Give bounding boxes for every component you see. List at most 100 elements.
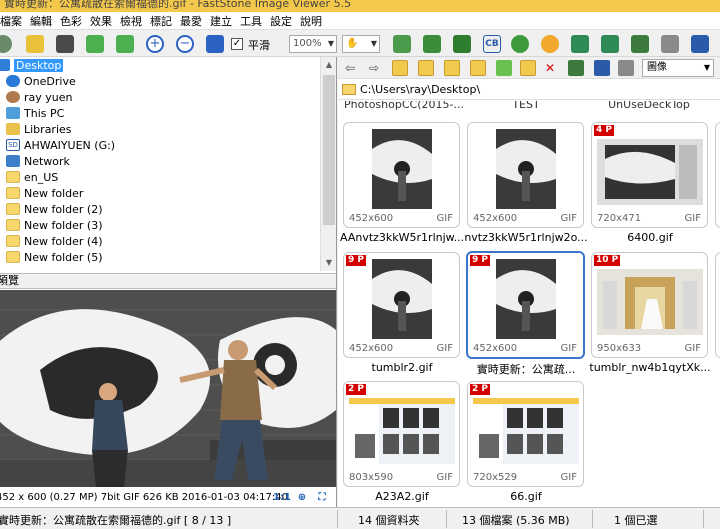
tree-item-ray-yuen[interactable]: ray yuen: [6, 89, 73, 105]
thumbnail-image: [597, 139, 703, 205]
zoom-in-icon[interactable]: +: [146, 35, 164, 53]
delete-icon[interactable]: ✕: [542, 60, 558, 76]
tree-item-new-folder-5[interactable]: New folder (5): [6, 249, 103, 265]
thumbnails-view-icon[interactable]: [568, 60, 584, 76]
thumbnail-card-partial[interactable]: [715, 122, 720, 228]
undo-icon[interactable]: [571, 35, 589, 53]
menu-create[interactable]: 建立: [206, 13, 236, 29]
address-bar[interactable]: C:\Users\ray\Desktop\: [338, 80, 720, 100]
tree-item-network[interactable]: Network: [6, 153, 70, 169]
thumbnail-card[interactable]: 452x600 GIF: [467, 122, 584, 228]
menu-color[interactable]: 色彩: [56, 13, 86, 29]
menu-settings[interactable]: 設定: [266, 13, 296, 29]
thumbnail-card[interactable]: 452x600 GIF: [343, 122, 460, 228]
thumbnail-name[interactable]: tumblr2.gif: [340, 361, 464, 374]
browse-icon[interactable]: [26, 35, 44, 53]
tree-item-ahwaiyuen[interactable]: SD AHWAIYUEN (G:): [6, 137, 115, 153]
tree-item-new-folder[interactable]: New folder: [6, 185, 83, 201]
effects-icon[interactable]: [541, 35, 559, 53]
tree-item-new-folder-2[interactable]: New folder (2): [6, 201, 103, 217]
hand-tool-select[interactable]: ✋ ▼: [342, 35, 380, 53]
next-icon[interactable]: [116, 35, 134, 53]
forward-arrow-icon[interactable]: ⇨: [366, 60, 382, 76]
fit-icon[interactable]: ⊕: [296, 492, 308, 504]
zoom-select[interactable]: 100% ▼: [289, 35, 337, 53]
thumbnail-name[interactable]: AAnvtz3kkW5r1rlnjw...: [340, 231, 464, 244]
menu-effects[interactable]: 效果: [86, 13, 116, 29]
thumbnail-card[interactable]: 9 P 452x600 GIF: [343, 252, 460, 358]
back-arrow-icon[interactable]: ⇦: [342, 60, 358, 76]
thumbnail-size: 803x590: [349, 472, 394, 483]
ratio-button[interactable]: 1:1: [273, 489, 291, 507]
print-icon[interactable]: [661, 35, 679, 53]
menu-help[interactable]: 說明: [296, 13, 326, 29]
open-folder-icon[interactable]: [0, 35, 12, 53]
redo-icon[interactable]: [601, 35, 619, 53]
sort-icon[interactable]: [618, 60, 634, 76]
thumbnail-card[interactable]: 2 P 720x529 GIF: [467, 381, 584, 487]
folder-icon[interactable]: [418, 60, 434, 76]
zoom-out-icon[interactable]: −: [176, 35, 194, 53]
tree-item-onedrive[interactable]: OneDrive: [6, 73, 76, 89]
refresh-icon[interactable]: [496, 60, 512, 76]
rotate-icon[interactable]: [423, 35, 441, 53]
thumbnail-card-selected[interactable]: 9 P 452x600 GIF: [466, 251, 585, 359]
tree-scrollbar[interactable]: ▲ ▼: [320, 57, 336, 271]
preview-info-text: 452 x 600 (0.27 MP) 7bit GIF 626 KB 2016…: [0, 492, 288, 503]
scroll-down-icon[interactable]: ▼: [321, 255, 337, 271]
thumbnail-name[interactable]: 66.gif: [464, 490, 588, 503]
email-icon[interactable]: [691, 35, 709, 53]
page-count-badge: 9 P: [470, 255, 490, 266]
tree-item-new-folder-4[interactable]: New folder (4): [6, 233, 103, 249]
thumbnail-name[interactable]: TEST: [464, 101, 588, 111]
details-view-icon[interactable]: [594, 60, 610, 76]
menu-file[interactable]: 檔案: [0, 13, 26, 29]
thumbnail-card[interactable]: 2 P 803x590 GIF: [343, 381, 460, 487]
up-folder-icon[interactable]: [392, 60, 408, 76]
smooth-checkbox[interactable]: ✓: [231, 38, 243, 50]
view-mode-select[interactable]: 圖像 ▼: [642, 59, 714, 77]
tree-item-desktop[interactable]: Desktop: [0, 57, 64, 73]
tree-item-en-us[interactable]: en_US: [6, 169, 58, 185]
thumbnail-image: [372, 129, 432, 209]
cb-icon[interactable]: CB: [483, 35, 501, 53]
page-count-badge: 10 P: [594, 255, 621, 266]
fullscreen-icon[interactable]: ⛶: [316, 492, 328, 504]
scroll-thumb[interactable]: [323, 75, 335, 225]
thumbnail-card[interactable]: 10 P 950x633 GIF: [591, 252, 708, 358]
tree-item-new-folder-3[interactable]: New folder (3): [6, 217, 103, 233]
fit-window-icon[interactable]: [206, 35, 224, 53]
menu-view[interactable]: 檢視: [116, 13, 146, 29]
folder-icon: [6, 171, 20, 183]
menu-favorites[interactable]: 最愛: [176, 13, 206, 29]
save-icon[interactable]: [56, 35, 74, 53]
browser-pane: ⇦ ⇨ ✕ 圖像 ▼ C:\Users\ray\Desktop\ Photosho…: [338, 57, 720, 507]
tree-item-libraries[interactable]: Libraries: [6, 121, 72, 137]
menu-tags[interactable]: 標記: [146, 13, 176, 29]
person-icon[interactable]: [511, 35, 529, 53]
compare-icon[interactable]: [631, 35, 649, 53]
thumbnail-name[interactable]: tumblr_nw4b1qytXk...: [588, 361, 712, 374]
copy-to-icon[interactable]: [470, 60, 486, 76]
collapse-chevron-icon[interactable]: ⌄: [0, 274, 330, 288]
menu-edit[interactable]: 編輯: [26, 13, 56, 29]
menu-tools[interactable]: 工具: [236, 13, 266, 29]
desktop-icon: [0, 59, 10, 71]
tree-item-this-pc[interactable]: This PC: [6, 105, 64, 121]
thumbnail-name[interactable]: 實時更新：公寓疏...: [464, 361, 588, 377]
slideshow-icon[interactable]: [393, 35, 411, 53]
thumbnail-name[interactable]: 6400.gif: [588, 231, 712, 244]
thumbnail-card-partial[interactable]: [715, 252, 720, 358]
crop-icon[interactable]: [453, 35, 471, 53]
thumbnail-name[interactable]: nvtz3kkW5r1rlnjw2o...: [464, 231, 588, 244]
thumbnail-name[interactable]: PhotoshopCC(2015-...: [342, 101, 466, 111]
move-to-icon[interactable]: [520, 60, 536, 76]
browser-toolbar: ⇦ ⇨ ✕ 圖像 ▼: [338, 57, 720, 79]
pc-icon: [6, 107, 20, 119]
scroll-up-icon[interactable]: ▲: [321, 57, 337, 73]
thumbnail-card[interactable]: 4 P 720x471 GIF: [591, 122, 708, 228]
thumbnail-name[interactable]: UnUseDeckTop: [587, 101, 711, 111]
prev-icon[interactable]: [86, 35, 104, 53]
favorite-folder-icon[interactable]: [444, 60, 460, 76]
thumbnail-name[interactable]: A23A2.gif: [340, 490, 464, 503]
